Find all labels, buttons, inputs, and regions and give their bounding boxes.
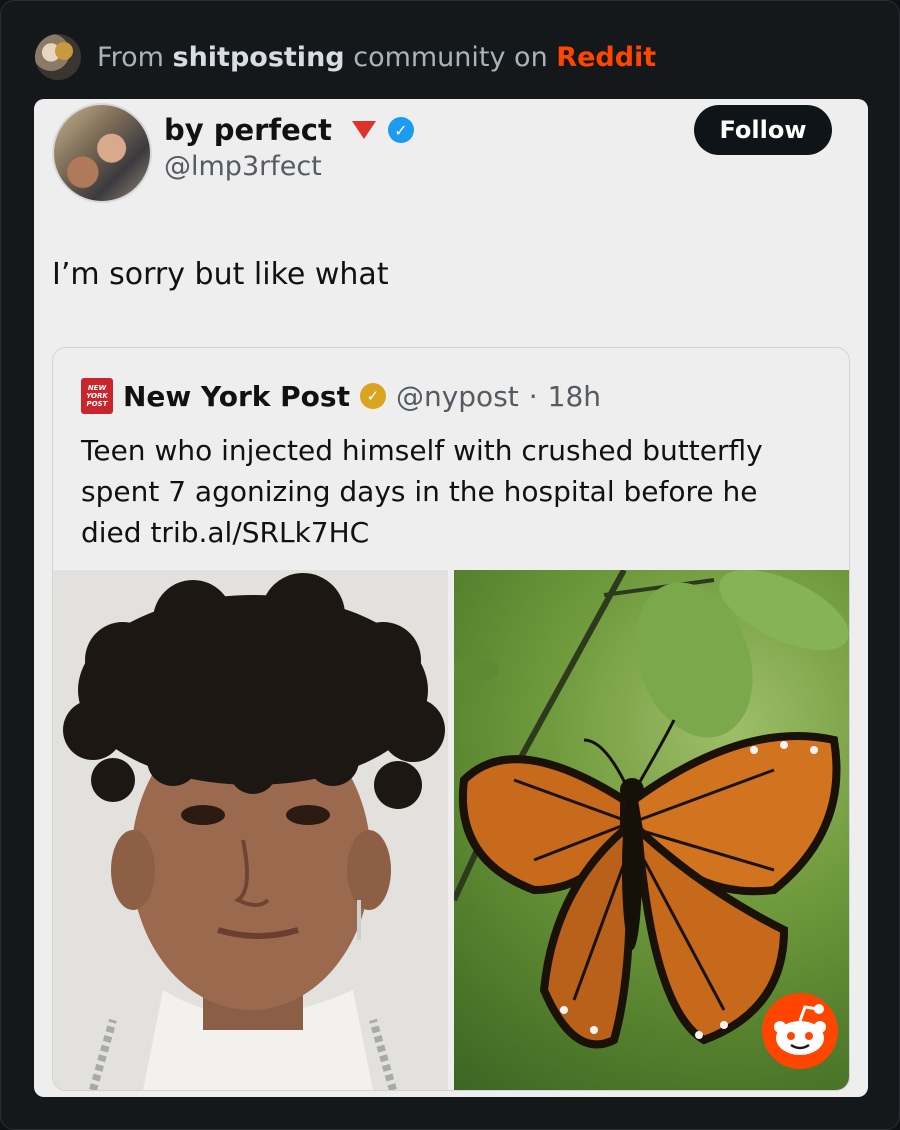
quoted-tweet[interactable]: NEW YORK POST New York Post ✓ @nypost · 18… — [52, 347, 850, 1091]
meta-separator: · — [528, 379, 538, 413]
reddit-link[interactable]: Reddit — [556, 42, 656, 73]
quote-header: NEW YORK POST New York Post ✓ @nypost · 18… — [81, 378, 601, 414]
source-middle: community on — [353, 41, 548, 73]
reddit-snoo-icon — [762, 993, 838, 1069]
source-prefix: From — [97, 41, 164, 73]
name-row: by perfect ✓ — [164, 113, 414, 147]
quote-time[interactable]: 18h — [548, 380, 601, 413]
source-bar: From shitposting community on Reddit — [35, 33, 656, 81]
tweet-text: I’m sorry but like what — [52, 257, 389, 292]
quote-author-name[interactable]: New York Post — [123, 380, 350, 413]
teen-photo-illustration — [53, 570, 448, 1090]
community-link[interactable]: shitposting — [173, 42, 345, 73]
teen-photo[interactable] — [53, 570, 448, 1090]
quote-media — [53, 570, 849, 1090]
display-name[interactable]: by perfect — [164, 113, 332, 147]
user-handle[interactable]: @lmp3rfect — [164, 151, 322, 182]
tweet-card: by perfect ✓ @lmp3rfect Follow I’m sorry… — [34, 99, 868, 1097]
quote-handle[interactable]: @nypost — [396, 380, 519, 413]
user-avatar[interactable] — [52, 103, 152, 203]
red-triangle-icon — [351, 121, 376, 139]
community-avatar[interactable] — [35, 34, 81, 80]
quote-text: Teen who injected himself with crushed b… — [81, 434, 763, 549]
reddit-embed-frame: From shitposting community on Reddit by … — [0, 0, 900, 1130]
follow-button[interactable]: Follow — [694, 105, 832, 155]
monarch-butterfly-photo[interactable] — [454, 570, 849, 1090]
nypost-logo-icon: NEW YORK POST — [81, 378, 113, 414]
gold-verified-icon: ✓ — [359, 383, 386, 409]
verified-check-icon: ✓ — [387, 117, 414, 143]
